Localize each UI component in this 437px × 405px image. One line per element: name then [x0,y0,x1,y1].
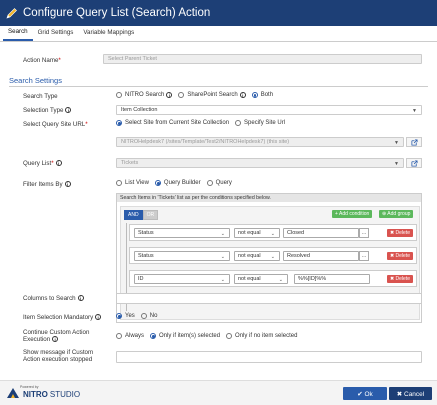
site-url-label: Select Query Site URL* [23,121,88,128]
filter-items-label: Filter Items By i [23,181,71,188]
site-specify-url-radio[interactable]: Specify Site Url [235,120,285,126]
item-selection-no-radio[interactable]: No [140,313,157,319]
info-icon: i [166,92,173,98]
chevron-down-icon: ⌄ [270,254,275,260]
and-or-toggle: AND OR [124,210,159,220]
item-selection-radios: Yes No [116,313,163,319]
tab-grid-settings[interactable]: Grid Settings [33,27,79,41]
info-icon: i [77,295,84,302]
info-icon: i [65,107,72,114]
info-icon: i [55,160,62,167]
rule-operator-select[interactable]: not equal ⌄ [234,228,280,238]
rule-field-select[interactable]: Status ⌄ [134,251,230,261]
continue-always-radio[interactable]: Always [116,333,144,339]
query-list-label: Query List* i [23,160,62,167]
selection-type-select[interactable]: Item Collection ▼ [116,105,422,115]
chevron-down-icon: ⌄ [278,277,283,283]
rule-operator-select[interactable]: not equal ⌄ [234,274,288,284]
query-rule: Status ⌄ not equal ⌄ Resolved … ✖ Delete [129,247,417,264]
item-selection-label: Item Selection Mandatory i [23,314,102,321]
chevron-down-icon: ▼ [394,161,399,167]
info-icon: i [95,314,102,321]
show-message-label: Show message if Custom Action execution … [23,349,94,363]
rule-field-select[interactable]: ID ⌄ [134,274,230,284]
chevron-down-icon: ⌄ [220,254,225,260]
external-link-icon [410,159,418,167]
filter-query-radio[interactable]: Query [206,180,232,186]
continue-action-radios: Always Only if item(s) selected Only if … [116,333,303,339]
and-button[interactable]: AND [124,210,143,220]
pencil-icon [6,8,17,19]
or-button[interactable]: OR [142,210,159,220]
title-bar: Configure Query List (Search) Action [0,0,437,26]
logo-nitro-text: NITRO [23,390,48,399]
external-link-icon [410,138,418,146]
delete-rule-button[interactable]: ✖ Delete [386,229,413,237]
filter-list-view-radio[interactable]: List View [116,180,149,186]
query-rule: Status ⌄ not equal ⌄ Closed … ✖ Delete [129,224,417,241]
logo-studio-text: STUDIO [49,390,81,399]
query-builder-header: Search Items in 'Tickets' list as per th… [117,194,421,202]
section-title-search-settings: Search Settings [9,76,62,85]
tab-search[interactable]: Search [3,27,33,41]
action-name-input[interactable]: Select Parent Ticket [103,54,422,64]
rule-value-input[interactable]: %%[ID]%% [294,274,370,284]
continue-action-label: Continue Custom Action Execution i [23,329,90,343]
rule-value-input[interactable]: Closed [283,228,359,238]
filter-query-builder-radio[interactable]: Query Builder [154,180,201,186]
nitro-studio-logo: Powered by NITRO STUDIO [6,385,81,399]
chevron-down-icon: ⌄ [220,231,225,237]
footer: Powered by NITRO STUDIO ✔ Ok ✖ Cancel [0,380,437,405]
nitro-logo-icon [7,387,19,398]
delete-rule-button[interactable]: ✖ Delete [386,275,413,283]
chevron-down-icon: ▼ [394,140,399,146]
search-type-sharepoint-radio[interactable]: SharePoint Search i [178,92,246,98]
search-type-radios: NITRO Search i SharePoint Search i Both [116,92,279,98]
open-list-button[interactable] [406,158,422,168]
tab-bar: Search Grid Settings Variable Mappings [0,26,437,42]
search-type-both-radio[interactable]: Both [251,92,273,98]
add-condition-button[interactable]: + Add condition [332,210,373,218]
info-icon: i [239,92,246,98]
open-link-button[interactable] [406,137,422,147]
value-picker-button[interactable]: … [359,251,369,261]
add-group-button[interactable]: ⊕ Add group [379,210,414,218]
columns-to-search-input[interactable] [116,293,422,304]
cancel-button[interactable]: ✖ Cancel [389,387,432,400]
site-url-radios: Select Site from Current Site Collection… [116,120,291,126]
item-selection-yes-radio[interactable]: Yes [116,313,135,319]
info-icon: i [52,336,59,343]
columns-to-search-label: Columns to Search i [23,295,84,302]
tab-variable-mappings[interactable]: Variable Mappings [78,27,139,41]
main-content: Action Name* Select Parent Ticket Search… [0,43,437,379]
selection-type-label: Selection Type i [23,107,72,114]
continue-if-selected-radio[interactable]: Only if item(s) selected [150,333,220,339]
filter-items-radios: List View Query Builder Query [116,180,238,186]
search-type-nitro-radio[interactable]: NITRO Search i [116,92,173,98]
rule-operator-select[interactable]: not equal ⌄ [234,251,280,261]
chevron-down-icon: ⌄ [270,231,275,237]
chevron-down-icon: ▼ [412,108,417,114]
value-picker-button[interactable]: … [359,228,369,238]
delete-rule-button[interactable]: ✖ Delete [386,252,413,260]
site-url-select[interactable]: NITROHelpdesk7 (/sites/Template/Test2/NI… [116,137,404,147]
ok-button[interactable]: ✔ Ok [343,387,387,400]
info-icon: i [64,181,71,188]
query-list-select[interactable]: Tickets ▼ [116,158,404,168]
show-message-input[interactable] [116,351,422,363]
continue-if-none-radio[interactable]: Only if no item selected [226,333,297,339]
query-rule: ID ⌄ not equal ⌄ %%[ID]%% ✖ Delete [129,270,417,287]
site-current-collection-radio[interactable]: Select Site from Current Site Collection [116,120,229,126]
window-title: Configure Query List (Search) Action [23,7,211,19]
search-type-label: Search Type [23,93,58,100]
powered-by-text: Powered by [20,385,39,389]
section-divider [9,86,428,87]
action-name-label: Action Name* [23,57,61,64]
chevron-down-icon: ⌄ [220,277,225,283]
rule-value-input[interactable]: Resolved [283,251,359,261]
rule-field-select[interactable]: Status ⌄ [134,228,230,238]
